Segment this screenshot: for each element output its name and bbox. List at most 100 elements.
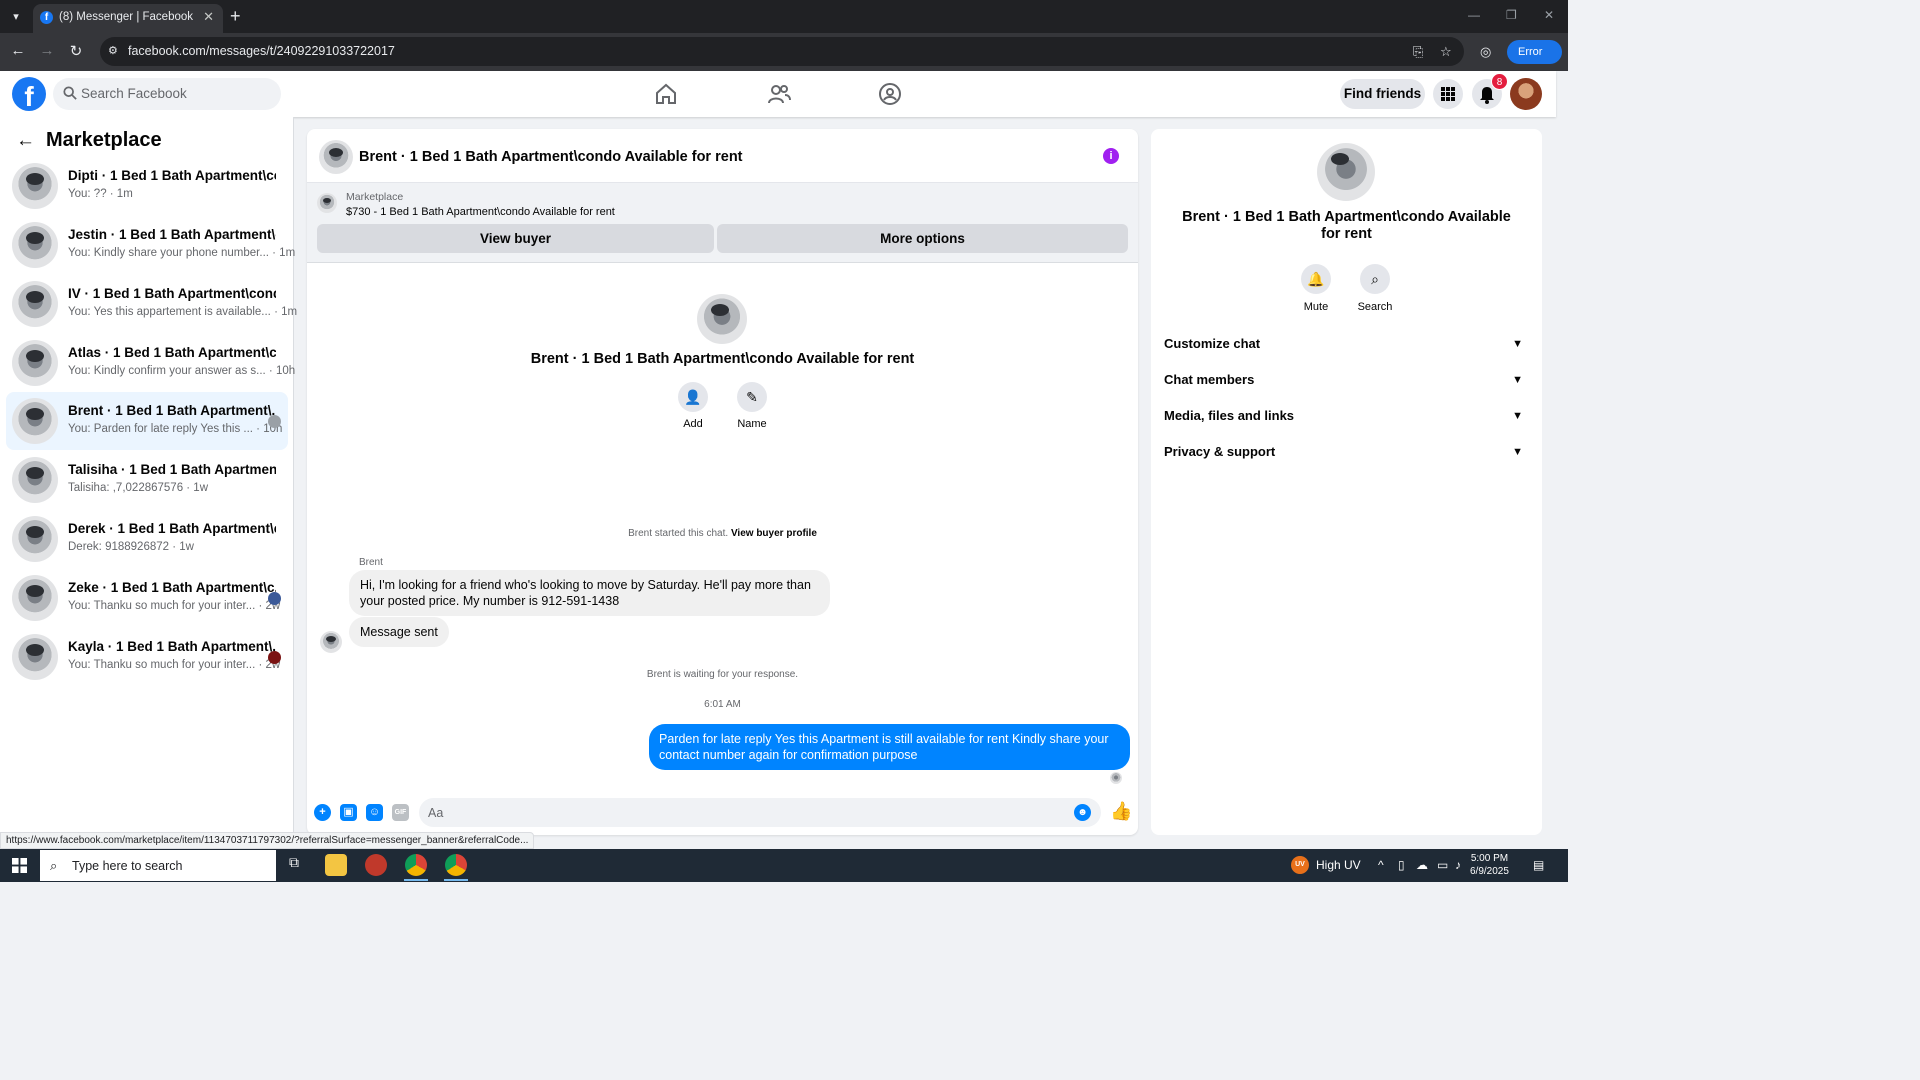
listing-thumbnail [12,516,58,562]
add-label: Add [683,418,703,430]
conversation-item[interactable]: Dipti · 1 Bed 1 Bath Apartment\con... Yo… [6,157,288,215]
address-bar[interactable]: ⚙ facebook.com/messages/t/24092291033722… [100,37,1464,66]
conversation-item[interactable]: Derek · 1 Bed 1 Bath Apartment\co... Der… [6,510,288,568]
show-hidden-icons-icon[interactable]: ^ [1378,858,1384,872]
task-view-icon[interactable]: ⧉ [283,854,305,876]
add-person-icon: 👤 [678,382,708,412]
view-buyer-profile-link[interactable]: View buyer profile [731,528,817,539]
back-arrow-icon[interactable]: ← [16,130,36,152]
bookmark-star-icon[interactable]: ☆ [1440,44,1452,60]
conversation-item[interactable]: Zeke · 1 Bed 1 Bath Apartment\c... You: … [6,569,288,627]
restore-icon[interactable]: ❐ [1506,8,1517,22]
home-icon[interactable] [654,82,678,106]
menu-grid-button[interactable] [1433,79,1463,109]
back-icon[interactable]: ← [8,42,28,59]
section-label: Privacy & support [1164,444,1276,459]
started-text: Brent started this chat. [628,528,729,539]
privacy-support-section[interactable]: Privacy & support ▼ [1164,437,1529,467]
banner-listing[interactable]: $730 - 1 Bed 1 Bath Apartment\condo Avai… [346,206,615,218]
listing-thumbnail [12,281,58,327]
facebook-search-input[interactable]: Search Facebook [53,78,281,110]
incoming-message[interactable]: Message sent [349,617,449,647]
outgoing-message[interactable]: Parden for late reply Yes this Apartment… [649,724,1130,770]
conversation-item-active[interactable]: Brent · 1 Bed 1 Bath Apartment\... You: … [6,392,288,450]
device-icon[interactable]: ▯ [1398,858,1405,872]
search-in-chat-button[interactable]: ⌕ Search [1345,264,1405,313]
add-people-button[interactable]: 👤 Add [663,382,723,430]
system-clock[interactable]: 5:00 PM 6/9/2025 [1470,852,1509,878]
facebook-logo-icon[interactable]: f [12,77,46,111]
groups-icon[interactable] [878,82,902,106]
notification-center-icon[interactable]: ▤ [1533,858,1544,872]
install-app-icon[interactable]: ⎘ [1413,44,1423,60]
view-buyer-button[interactable]: View buyer [317,224,714,253]
conversation-item[interactable]: Jestin · 1 Bed 1 Bath Apartment\co... Yo… [6,216,295,274]
chevron-down-icon: ▼ [1512,410,1523,422]
cloud-off-icon[interactable]: ☁ [1416,858,1428,872]
profile-icon[interactable]: ◎ [1480,44,1491,60]
chat-title[interactable]: Brent · 1 Bed 1 Bath Apartment\condo Ava… [359,149,743,165]
tab-search-chevron-icon[interactable]: ▾ [6,7,26,27]
volume-icon[interactable]: ♪ [1455,858,1461,872]
name-chat-button[interactable]: ✎ Name [722,382,782,430]
listing-thumbnail [12,634,58,680]
profile-error-button[interactable]: Error [1507,40,1562,64]
find-friends-button[interactable]: Find friends [1340,79,1425,109]
chrome-icon[interactable] [405,854,427,876]
chrome-profile-icon[interactable] [445,854,467,876]
weather-text[interactable]: High UV [1316,858,1361,872]
pencil-icon: ✎ [737,382,767,412]
taskbar-search-input[interactable]: ⌕ Type here to search [40,850,276,881]
close-tab-icon[interactable]: ✕ [203,9,214,25]
conversation-item[interactable]: Talisiha · 1 Bed 1 Bath Apartment\c... T… [6,451,288,509]
conversation-name: Atlas · 1 Bed 1 Bath Apartment\con... [68,345,276,360]
active-app-indicator [404,879,428,881]
file-explorer-icon[interactable] [325,854,347,876]
waiting-notice: Brent is waiting for your response. [646,669,799,680]
close-window-icon[interactable]: ✕ [1544,8,1554,22]
incoming-message[interactable]: Hi, I'm looking for a friend who's looki… [349,570,830,616]
sticker-icon[interactable]: ☺ [366,804,383,821]
listing-thumbnail[interactable] [317,193,337,213]
customize-chat-section[interactable]: Customize chat ▼ [1164,329,1529,359]
forward-icon[interactable]: → [37,42,57,59]
url-text[interactable]: facebook.com/messages/t/2409229103372201… [128,44,395,58]
chat-details-panel: Brent · 1 Bed 1 Bath Apartment\condo Ava… [1151,129,1542,835]
conversation-name: Zeke · 1 Bed 1 Bath Apartment\c... [68,580,276,595]
minimize-icon[interactable]: — [1468,8,1480,22]
uv-weather-icon[interactable]: UV [1291,856,1309,874]
chat-header-avatar[interactable] [319,140,353,174]
conversation-item[interactable]: Kayla · 1 Bed 1 Bath Apartment\... You: … [6,628,288,686]
facebook-top-nav: f Search Facebook Find friends [0,71,1556,117]
conversation-item[interactable]: Atlas · 1 Bed 1 Bath Apartment\con... Yo… [6,334,295,392]
reload-icon[interactable]: ↻ [66,42,86,60]
mute-button[interactable]: 🔔 Mute [1286,264,1346,313]
plus-icon[interactable]: + [314,804,331,821]
conversation-item[interactable]: IV · 1 Bed 1 Bath Apartment\condo... You… [6,275,297,333]
search-placeholder: Search Facebook [81,86,187,101]
network-icon[interactable]: ▭ [1437,858,1448,872]
chat-members-section[interactable]: Chat members ▼ [1164,365,1529,395]
details-title: Brent · 1 Bed 1 Bath Apartment\condo Ava… [1182,209,1511,242]
emoji-icon[interactable]: ☻ [1074,804,1091,821]
message-input[interactable]: Aa ☻ [419,798,1101,827]
photo-icon[interactable]: ▣ [340,804,357,821]
info-icon[interactable]: i [1103,148,1119,164]
gif-icon[interactable]: GIF [392,804,409,821]
account-avatar[interactable] [1510,78,1542,110]
new-tab-icon[interactable]: + [230,6,241,27]
thumbs-up-icon[interactable]: 👍 [1110,801,1132,822]
site-info-icon[interactable]: ⚙ [108,44,122,58]
media-files-links-section[interactable]: Media, files and links ▼ [1164,401,1529,431]
more-options-button[interactable]: More options [717,224,1128,253]
sidebar-title: Marketplace [46,129,162,151]
app-icon[interactable] [365,854,387,876]
browser-tab[interactable]: f (8) Messenger | Facebook ✕ [33,4,223,33]
windows-start-icon[interactable] [12,858,27,873]
browser-tab-bar: ▾ f (8) Messenger | Facebook ✕ + — ❐ ✕ [0,0,1568,33]
sidebar-header: ← Marketplace [16,129,162,152]
friends-icon[interactable] [767,82,791,106]
listing-thumbnail [12,457,58,503]
sender-avatar[interactable] [320,631,342,653]
chat-panel: Brent · 1 Bed 1 Bath Apartment\condo Ava… [307,129,1138,835]
